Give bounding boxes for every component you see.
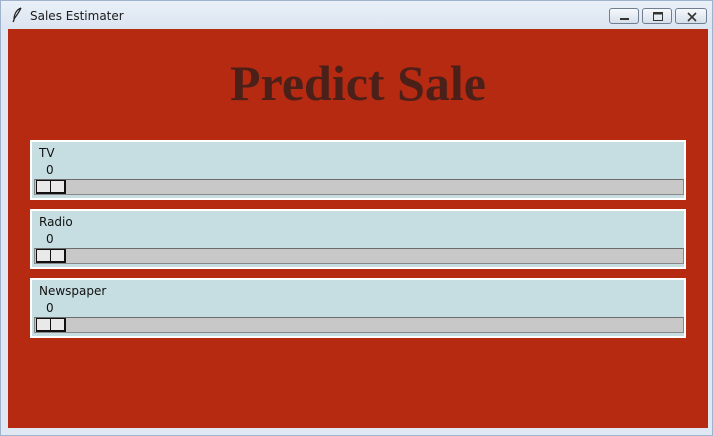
slider-card-newspaper: Newspaper 0 [30, 278, 686, 338]
app-window: Sales Estimater Predict Sale TV 0 Radio … [0, 0, 713, 436]
page-title: Predict Sale [230, 55, 486, 111]
slider-value-radio: 0 [46, 232, 54, 246]
slider-radio[interactable] [34, 248, 684, 264]
title-bar[interactable]: Sales Estimater [1, 1, 712, 29]
slider-card-radio: Radio 0 [30, 209, 686, 269]
slider-value-newspaper: 0 [46, 301, 54, 315]
slider-label-newspaper: Newspaper [39, 284, 107, 298]
slider-label-tv: TV [39, 146, 55, 160]
slider-label-radio: Radio [39, 215, 73, 229]
minimize-button[interactable] [609, 8, 639, 24]
slider-handle-radio[interactable] [36, 249, 66, 263]
maximize-button[interactable] [642, 8, 672, 24]
slider-newspaper[interactable] [34, 317, 684, 333]
close-button[interactable] [675, 8, 707, 24]
main-panel: Predict Sale TV 0 Radio 0 Newspaper 0 [8, 29, 708, 428]
maximize-icon [653, 12, 663, 21]
slider-handle-newspaper[interactable] [36, 318, 66, 332]
minimize-icon [620, 18, 629, 20]
slider-card-tv: TV 0 [30, 140, 686, 200]
slider-handle-tv[interactable] [36, 180, 66, 194]
slider-value-tv: 0 [46, 163, 54, 177]
close-icon [687, 12, 697, 22]
feather-icon [11, 7, 23, 23]
slider-tv[interactable] [34, 179, 684, 195]
window-title: Sales Estimater [30, 9, 124, 23]
